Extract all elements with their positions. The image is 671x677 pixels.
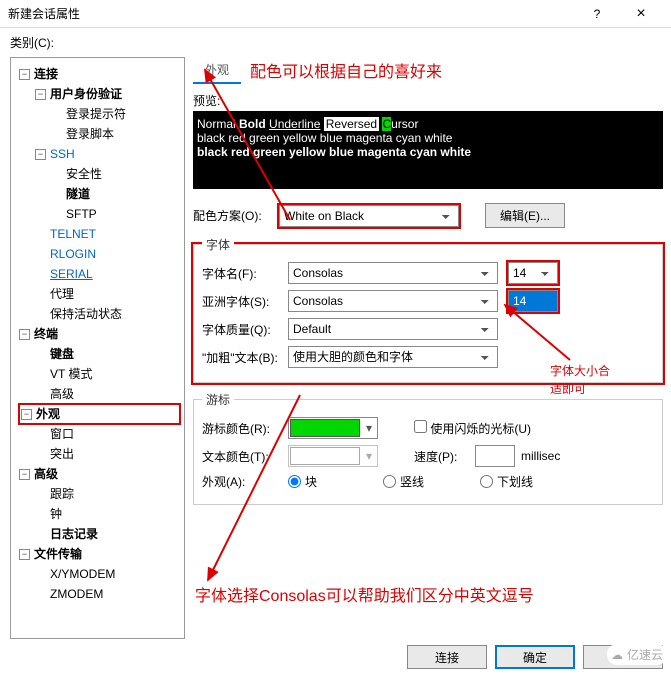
blink-checkbox[interactable]: [414, 420, 427, 433]
chevron-down-icon: ▾: [362, 421, 376, 435]
bold-text-select[interactable]: 使用大胆的颜色和字体: [288, 346, 498, 368]
tree-logging[interactable]: 日志记录: [50, 527, 98, 541]
shape-vline-radio[interactable]: [383, 475, 396, 488]
titlebar: 新建会话属性 ? ×: [0, 0, 671, 28]
cursor-color-select[interactable]: ▾: [288, 417, 378, 439]
color-swatch: [290, 419, 360, 437]
tree-auth[interactable]: 用户身份验证: [50, 87, 122, 101]
tree-proxy[interactable]: 代理: [50, 287, 74, 301]
ok-button[interactable]: 确定: [495, 645, 575, 669]
asia-font-select[interactable]: Consolas: [288, 290, 498, 312]
tree-appearance[interactable]: 外观: [36, 407, 60, 421]
text-color-select[interactable]: ▾: [288, 445, 378, 467]
cloud-icon: ☁: [611, 648, 623, 662]
cursor-shape-label: 外观(A):: [202, 473, 282, 490]
speed-input[interactable]: [475, 445, 515, 467]
tree-sftp[interactable]: SFTP: [66, 207, 97, 221]
font-size-select[interactable]: 14: [508, 262, 558, 284]
tree-security[interactable]: 安全性: [66, 167, 102, 181]
asia-font-size-select[interactable]: 14: [508, 290, 558, 312]
shape-uline-radio[interactable]: [480, 475, 493, 488]
collapse-icon[interactable]: −: [19, 469, 30, 480]
color-scheme-select[interactable]: White on Black: [279, 205, 459, 227]
font-quality-select[interactable]: Default: [288, 318, 498, 340]
connect-button[interactable]: 连接: [407, 645, 487, 669]
font-group: 字体 字体名(F): Consolas 14 亚洲字体(S): Consolas…: [193, 244, 663, 383]
shape-block-radio[interactable]: [288, 475, 301, 488]
window-title: 新建会话属性: [8, 5, 575, 22]
quality-label: 字体质量(Q):: [202, 321, 282, 338]
close-button[interactable]: ×: [619, 0, 663, 28]
font-name-label: 字体名(F):: [202, 265, 282, 282]
edit-scheme-button[interactable]: 编辑(E)...: [485, 203, 565, 228]
tree-keepalive[interactable]: 保持活动状态: [50, 307, 122, 321]
collapse-icon[interactable]: −: [19, 329, 30, 340]
tree-zmodem[interactable]: ZMODEM: [50, 587, 103, 601]
boldtext-label: "加粗"文本(B):: [202, 349, 282, 366]
close-icon: ×: [636, 5, 645, 23]
tree-tunnel[interactable]: 隧道: [66, 187, 90, 201]
tree-bell[interactable]: 钟: [50, 507, 62, 521]
tree-advanced[interactable]: 高级: [50, 387, 74, 401]
collapse-icon[interactable]: −: [35, 149, 46, 160]
text-color-label: 文本颜色(T):: [202, 448, 282, 465]
tree-login-prompt[interactable]: 登录提示符: [66, 107, 126, 121]
cursor-group: 游标 游标颜色(R): ▾ 使用闪烁的光标(U) 文本颜色(T): ▾ 速度(P…: [193, 399, 663, 505]
tree-ssh[interactable]: SSH: [50, 147, 75, 161]
cursor-color-label: 游标颜色(R):: [202, 420, 282, 437]
tree-highlight[interactable]: 突出: [50, 447, 74, 461]
settings-panel: 外观 预览: Normal Bold Underline Reversed Cu…: [185, 53, 671, 643]
tree-telnet[interactable]: TELNET: [50, 227, 96, 241]
tree-filetransfer[interactable]: 文件传输: [34, 547, 82, 561]
tree-keyboard[interactable]: 键盘: [50, 347, 74, 361]
asia-font-label: 亚洲字体(S):: [202, 293, 282, 310]
preview-label: 预览:: [193, 92, 663, 109]
speed-label: 速度(P):: [414, 448, 469, 465]
tab-appearance[interactable]: 外观: [193, 57, 241, 84]
category-label: 类别(C):: [0, 28, 671, 53]
collapse-icon[interactable]: −: [21, 409, 32, 420]
category-tree[interactable]: −连接 −用户身份验证 登录提示符 登录脚本 −SSH 安全性 隧道 SFTP: [10, 57, 185, 639]
collapse-icon[interactable]: −: [19, 549, 30, 560]
tree-connection[interactable]: 连接: [34, 67, 58, 81]
tree-window[interactable]: 窗口: [50, 427, 74, 441]
tree-xymodem[interactable]: X/YMODEM: [50, 567, 115, 581]
tree-login-script[interactable]: 登录脚本: [66, 127, 114, 141]
tree-serial[interactable]: SERIAL: [50, 267, 93, 281]
tree-vtmode[interactable]: VT 模式: [50, 367, 92, 381]
collapse-icon[interactable]: −: [35, 89, 46, 100]
speed-unit: millisec: [521, 449, 560, 463]
font-name-select[interactable]: Consolas: [288, 262, 498, 284]
collapse-icon[interactable]: −: [19, 69, 30, 80]
scheme-label: 配色方案(O):: [193, 207, 273, 224]
help-button[interactable]: ?: [575, 0, 619, 28]
tree-trace[interactable]: 跟踪: [50, 487, 74, 501]
preview-box: Normal Bold Underline Reversed Cursor bl…: [193, 111, 663, 189]
tree-advanced2[interactable]: 高级: [34, 467, 58, 481]
tree-terminal[interactable]: 终端: [34, 327, 58, 341]
watermark: ☁亿速云: [607, 644, 667, 665]
tree-rlogin[interactable]: RLOGIN: [50, 247, 96, 261]
